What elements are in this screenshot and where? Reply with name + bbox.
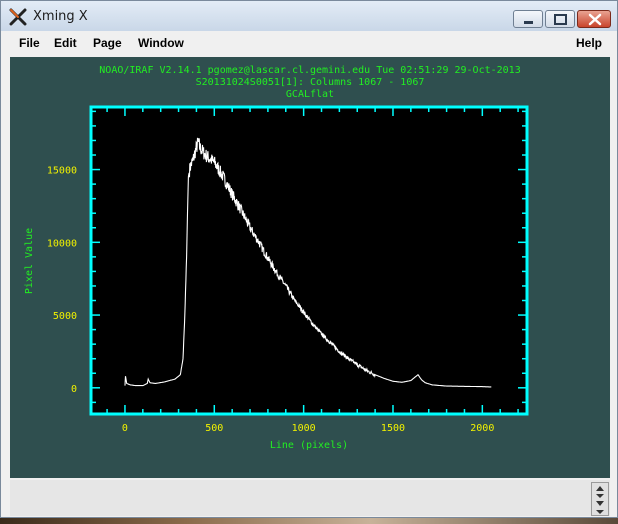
close-icon xyxy=(588,13,602,26)
status-area xyxy=(10,480,610,516)
x-tick-label: 2000 xyxy=(470,423,494,434)
maximize-icon xyxy=(554,14,567,25)
menu-edit[interactable]: Edit xyxy=(54,36,77,50)
y-axis-label: Pixel Value xyxy=(24,228,35,294)
maximize-button[interactable] xyxy=(545,10,575,28)
menu-page[interactable]: Page xyxy=(93,36,122,50)
minimize-icon xyxy=(524,21,533,24)
xming-window: Xming X File Edit Page Window Help NOAO/… xyxy=(0,0,618,518)
iraf-graphics-canvas[interactable]: NOAO/IRAF V2.14.1 pgomez@lascar.cl.gemin… xyxy=(10,57,610,478)
title-bar[interactable]: Xming X xyxy=(1,1,617,31)
minimize-button[interactable] xyxy=(513,10,543,28)
y-tick-label: 0 xyxy=(71,384,77,395)
menu-file[interactable]: File xyxy=(19,36,40,50)
x-tick-label: 500 xyxy=(205,423,223,434)
scroll-arrows[interactable] xyxy=(591,482,609,516)
y-tick-label: 5000 xyxy=(53,311,77,322)
menu-help[interactable]: Help xyxy=(576,36,602,50)
scroll-arrows-icon xyxy=(596,486,604,514)
x-tick-label: 0 xyxy=(122,423,128,434)
x-tick-label: 1000 xyxy=(292,423,316,434)
close-button[interactable] xyxy=(577,10,611,28)
y-tick-label: 15000 xyxy=(47,166,77,177)
menu-bar: File Edit Page Window Help xyxy=(1,31,617,55)
y-tick-label: 10000 xyxy=(47,238,77,249)
header-line-2: S20131024S0051[1]: Columns 1067 - 1067 xyxy=(196,77,425,88)
plot-title: GCALflat xyxy=(286,89,334,100)
desktop-taskbar-strip xyxy=(0,518,618,524)
window-title: Xming X xyxy=(33,9,88,24)
header-line-1: NOAO/IRAF V2.14.1 pgomez@lascar.cl.gemin… xyxy=(99,65,520,76)
menu-window[interactable]: Window xyxy=(138,36,184,50)
plot-area xyxy=(91,107,527,414)
x-axis-label: Line (pixels) xyxy=(270,440,348,451)
plot-svg: NOAO/IRAF V2.14.1 pgomez@lascar.cl.gemin… xyxy=(24,65,529,451)
x-tick-label: 1500 xyxy=(381,423,405,434)
xming-x-icon xyxy=(9,8,27,26)
